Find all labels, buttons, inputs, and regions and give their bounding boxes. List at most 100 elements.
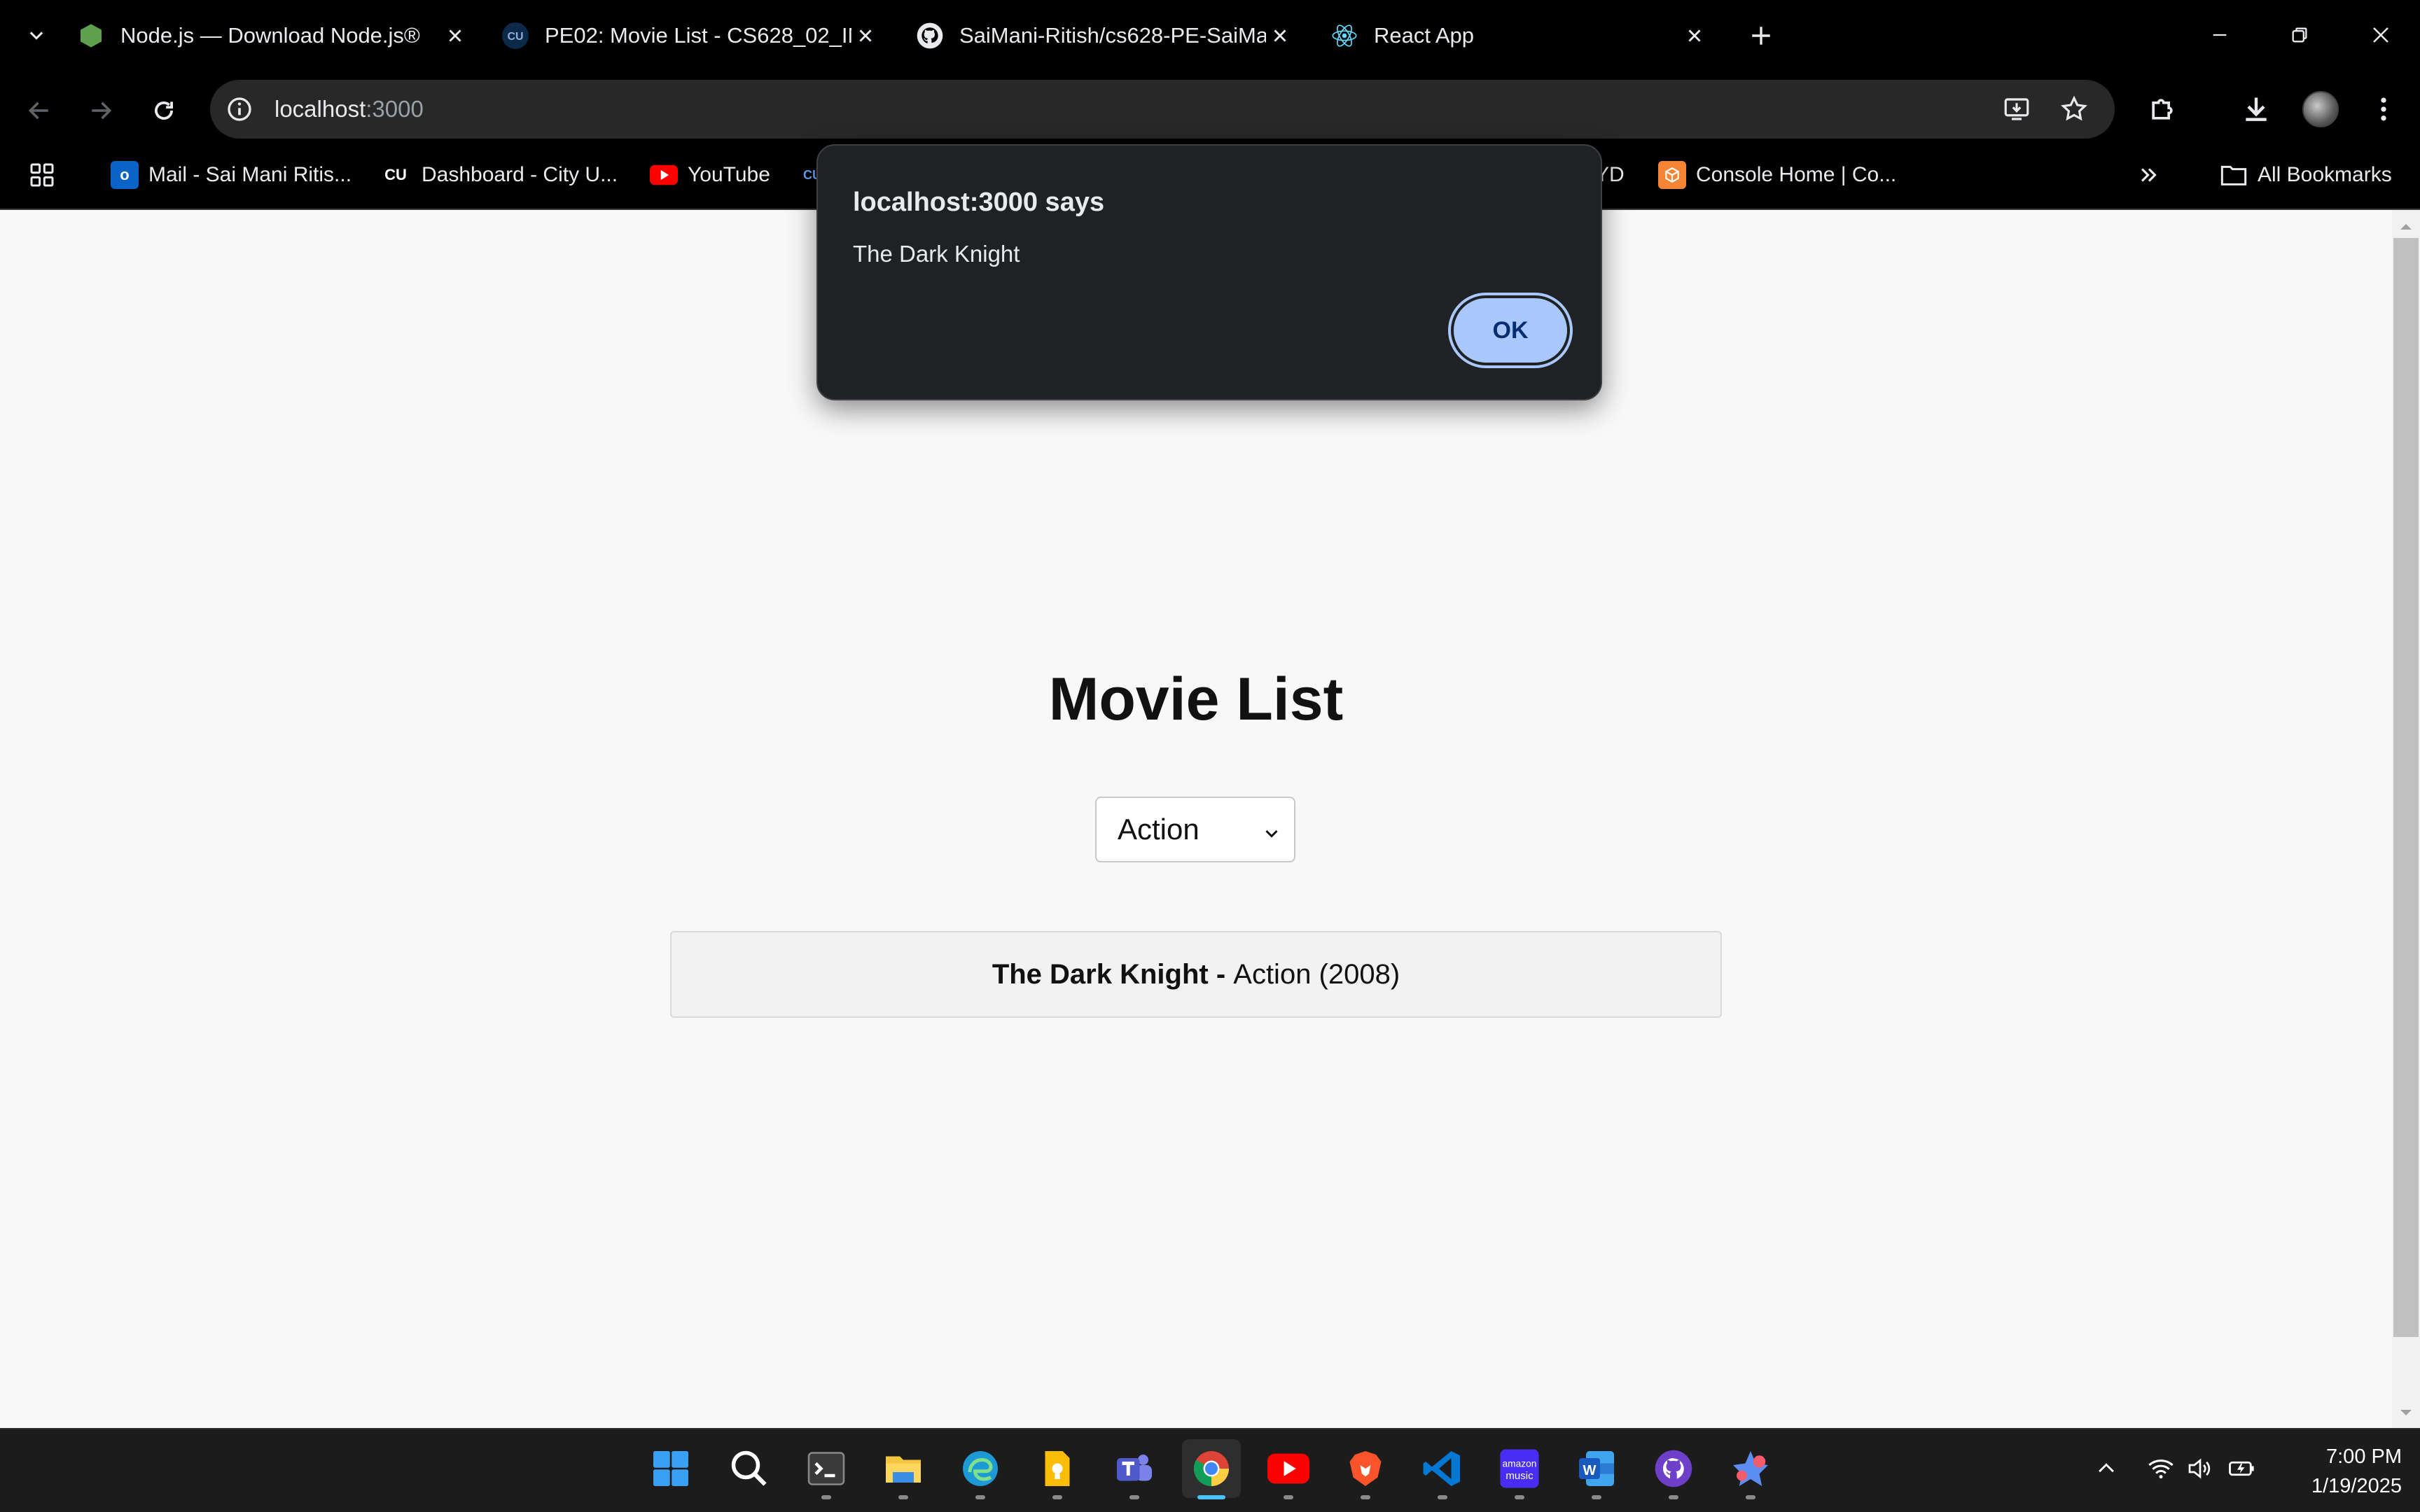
tab-pe02-movie-list[interactable]: CU PE02: Movie List - CS628_02_IN	[501, 10, 879, 62]
extensions-puzzle-icon[interactable]	[2141, 88, 2183, 130]
alert-dialog: localhost:3000 says The Dark Knight OK	[816, 144, 1602, 400]
running-indicator	[1361, 1495, 1370, 1499]
terminal-icon[interactable]	[797, 1439, 856, 1498]
running-indicator	[898, 1495, 908, 1499]
bookmark-aws-console[interactable]: Console Home | Co...	[1658, 155, 1896, 195]
page-title: Movie List	[1048, 666, 1344, 733]
chrome-icon[interactable]	[1182, 1439, 1241, 1498]
bookmark-label: YouTube	[688, 163, 770, 186]
url-port: :3000	[366, 96, 424, 122]
tab-title: Node.js — Download Node.js®	[120, 23, 420, 48]
active-indicator	[1197, 1495, 1225, 1499]
react-icon	[1330, 22, 1358, 50]
bookmark-youtube[interactable]: YouTube	[650, 155, 770, 195]
scroll-up-arrow-icon[interactable]	[2393, 214, 2419, 239]
aws-icon	[1658, 161, 1686, 189]
github-desktop-icon[interactable]	[1644, 1439, 1703, 1498]
running-indicator	[1746, 1495, 1755, 1499]
svg-text:W: W	[1583, 1463, 1597, 1478]
bookmark-label: Mail - Sai Mani Ritis...	[148, 163, 352, 186]
close-window-icon[interactable]	[2360, 14, 2402, 56]
keep-icon[interactable]	[1028, 1439, 1087, 1498]
chevron-down-icon	[1259, 819, 1284, 844]
close-icon[interactable]	[441, 22, 469, 50]
minimize-icon[interactable]	[2199, 14, 2241, 56]
running-indicator	[975, 1495, 985, 1499]
svg-text:music: music	[1505, 1470, 1534, 1482]
folder-icon	[2220, 161, 2248, 189]
tab-github-repo[interactable]: SaiMani-Ritish/cs628-PE-SaiMa	[916, 10, 1294, 62]
bookmark-outlook-mail[interactable]: o Mail - Sai Mani Ritis...	[111, 155, 352, 195]
edge-icon[interactable]	[951, 1439, 1010, 1498]
running-indicator	[821, 1495, 831, 1499]
all-bookmarks-folder[interactable]: All Bookmarks	[2220, 155, 2392, 195]
tab-title: PE02: Movie List - CS628_02_IN	[545, 23, 851, 48]
tab-title: SaiMani-Ritish/cs628-PE-SaiMa	[959, 23, 1266, 48]
tab-search-chevron-icon[interactable]	[21, 15, 52, 55]
downloads-icon[interactable]	[2235, 88, 2277, 130]
scroll-down-arrow-icon[interactable]	[2393, 1400, 2419, 1425]
running-indicator	[1129, 1495, 1139, 1499]
movie-separator: -	[1208, 958, 1234, 990]
restore-icon[interactable]	[2279, 14, 2321, 56]
clock-date: 1/19/2025	[2311, 1475, 2402, 1497]
system-clock[interactable]: 7:00 PM 1/19/2025	[2269, 1442, 2402, 1501]
other-app-icon[interactable]	[1721, 1439, 1780, 1498]
teams-icon[interactable]	[1105, 1439, 1164, 1498]
battery-charging-icon[interactable]	[2227, 1453, 2258, 1484]
running-indicator	[1284, 1495, 1293, 1499]
running-indicator	[1052, 1495, 1062, 1499]
movie-title: The Dark Knight	[992, 958, 1209, 990]
start-icon[interactable]	[641, 1439, 700, 1498]
movie-list-item[interactable]: The Dark Knight - Action (2008)	[670, 931, 1722, 1018]
bookmark-label: Dashboard - City U...	[422, 163, 618, 186]
search-icon[interactable]	[720, 1439, 779, 1498]
more-bookmarks-chevron-icon[interactable]	[2137, 155, 2161, 195]
word-icon[interactable]: W	[1567, 1439, 1626, 1498]
running-indicator	[1592, 1495, 1601, 1499]
back-arrow-icon[interactable]	[18, 90, 60, 132]
address-bar[interactable]: localhost:3000	[210, 80, 2115, 139]
bookmark-star-icon[interactable]	[2059, 94, 2089, 125]
site-info-icon[interactable]	[225, 95, 253, 123]
bookmark-cu-dashboard[interactable]: CU Dashboard - City U...	[380, 155, 618, 195]
wifi-icon[interactable]	[2146, 1453, 2176, 1484]
profile-avatar[interactable]	[2302, 91, 2339, 127]
forward-arrow-icon[interactable]	[80, 90, 122, 132]
dialog-title: localhost:3000 says	[853, 188, 1105, 217]
bookmark-label: All Bookmarks	[2258, 163, 2392, 186]
scrollbar-thumb[interactable]	[2393, 238, 2419, 1337]
close-icon[interactable]	[1681, 22, 1709, 50]
apps-grid-icon[interactable]	[28, 155, 56, 195]
dialog-message: The Dark Knight	[853, 241, 1020, 267]
url-text[interactable]: localhost:3000	[274, 80, 424, 139]
genre-select[interactable]: Action	[1095, 797, 1295, 862]
running-indicator	[1669, 1495, 1678, 1499]
bookmark-label: Console Home | Co...	[1696, 163, 1897, 186]
cu-icon: CU	[501, 22, 529, 50]
close-icon[interactable]	[1266, 22, 1294, 50]
svg-text:CU: CU	[507, 31, 523, 43]
tab-nodejs[interactable]: Node.js — Download Node.js®	[77, 10, 469, 62]
reload-icon[interactable]	[143, 90, 185, 132]
youtube-icon[interactable]	[1259, 1439, 1318, 1498]
vscode-icon[interactable]	[1413, 1439, 1472, 1498]
url-host: localhost	[274, 96, 366, 122]
new-tab-plus-icon[interactable]	[1744, 18, 1779, 53]
running-indicator	[1515, 1495, 1524, 1499]
file-explorer-icon[interactable]	[874, 1439, 933, 1498]
brave-icon[interactable]	[1336, 1439, 1395, 1498]
tray-overflow-chevron-icon[interactable]	[2091, 1453, 2122, 1484]
genre-select-value: Action	[1118, 813, 1199, 846]
kebab-menu-icon[interactable]	[2363, 88, 2405, 130]
svg-text:amazon: amazon	[1503, 1459, 1537, 1469]
cu-icon: CU	[384, 166, 407, 183]
close-icon[interactable]	[851, 22, 879, 50]
outlook-icon: o	[111, 161, 139, 189]
ok-button[interactable]: OK	[1451, 295, 1570, 365]
running-indicator	[1438, 1495, 1447, 1499]
tab-react-app[interactable]: React App	[1330, 10, 1709, 62]
volume-icon[interactable]	[2185, 1453, 2216, 1484]
install-app-icon[interactable]	[2001, 94, 2032, 125]
amazon-music-icon[interactable]: amazon music	[1490, 1439, 1549, 1498]
